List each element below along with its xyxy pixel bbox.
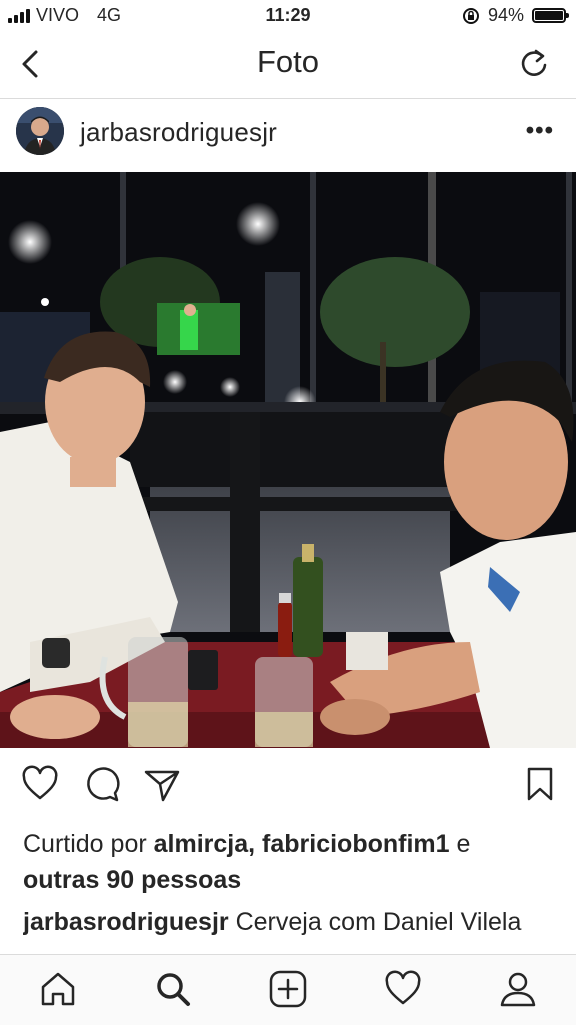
bottom-tab-bar xyxy=(0,954,576,1025)
post-photo[interactable] xyxy=(0,172,576,748)
photo-two-men-at-table xyxy=(0,172,576,748)
likes-others[interactable]: outras 90 pessoas xyxy=(23,866,241,894)
post-actions xyxy=(0,760,576,810)
post-caption: jarbasrodriguesjr Cerveja com Daniel Vil… xyxy=(23,904,563,956)
more-options-button[interactable]: ••• xyxy=(526,117,554,145)
paper-plane-icon xyxy=(144,770,180,802)
tab-search[interactable] xyxy=(153,969,193,1009)
page-title: Foto xyxy=(256,44,320,79)
home-icon xyxy=(41,972,75,1006)
refresh-icon xyxy=(521,49,547,76)
activity-heart-icon xyxy=(385,970,421,1005)
refresh-button[interactable] xyxy=(516,46,552,82)
nav-header: Foto xyxy=(0,32,576,99)
likes-summary[interactable]: Curtido por almircja, fabriciobonfim1 e … xyxy=(23,826,563,898)
comment-button[interactable] xyxy=(82,764,122,804)
save-button[interactable] xyxy=(520,764,560,804)
likes-prefix: Curtido por xyxy=(23,830,147,858)
add-post-icon xyxy=(269,970,307,1008)
likes-users[interactable]: almircja, fabriciobonfim1 xyxy=(154,830,450,858)
like-button[interactable] xyxy=(20,764,60,804)
comment-bubble-icon xyxy=(87,767,120,802)
share-button[interactable] xyxy=(142,764,182,804)
orientation-lock-icon xyxy=(462,7,479,24)
tab-profile[interactable] xyxy=(498,969,538,1009)
search-icon xyxy=(157,973,190,1006)
tab-add-post[interactable] xyxy=(268,969,308,1009)
battery-percent: 94% xyxy=(487,5,524,25)
tab-home[interactable] xyxy=(38,969,78,1009)
status-bar: VIVO 4G 11:29 94% xyxy=(0,0,576,32)
post-header: jarbasrodriguesjr ••• xyxy=(0,99,576,171)
caption-text: Cerveja com Daniel Vilela xyxy=(235,908,522,936)
avatar[interactable] xyxy=(16,107,64,155)
battery-fill xyxy=(535,11,563,20)
heart-icon xyxy=(22,765,58,800)
post-username[interactable]: jarbasrodriguesjr xyxy=(80,117,277,148)
status-right: 94% xyxy=(462,5,569,26)
likes-connector: e xyxy=(456,830,471,858)
battery-icon xyxy=(532,8,569,23)
bookmark-icon xyxy=(527,767,553,801)
profile-icon xyxy=(500,972,536,1007)
tab-activity[interactable] xyxy=(383,969,423,1009)
avatar-image xyxy=(16,107,64,155)
caption-username[interactable]: jarbasrodriguesjr xyxy=(23,908,229,936)
